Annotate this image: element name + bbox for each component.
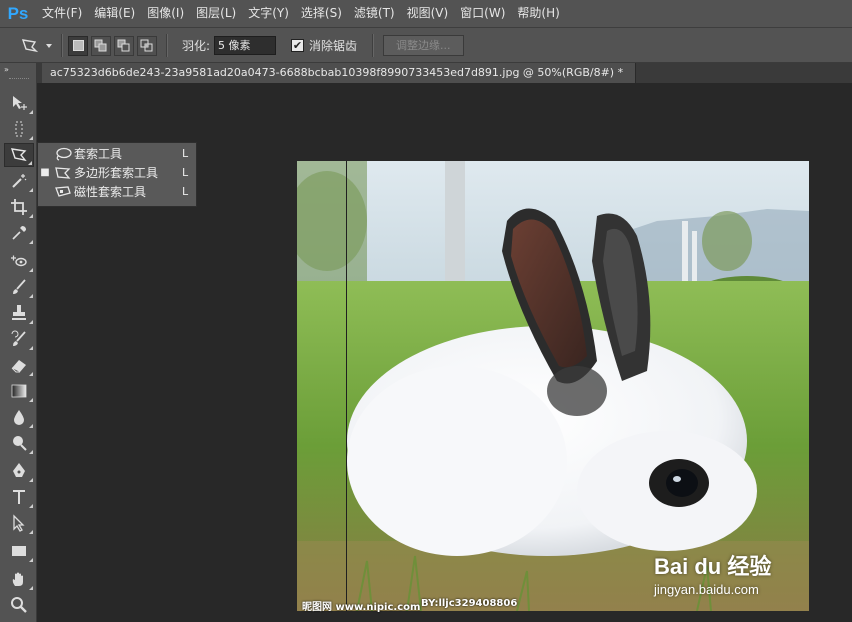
brush-icon <box>13 279 26 294</box>
eraser-icon <box>11 360 26 373</box>
menu-help[interactable]: 帮助(H) <box>511 0 565 27</box>
flyout-item-label: 套索工具 <box>74 147 123 161</box>
path-selection-tool[interactable] <box>4 511 34 535</box>
polygonal-lasso-icon <box>55 166 71 179</box>
lasso-icon <box>56 147 72 161</box>
brush-tool[interactable] <box>4 275 34 299</box>
flyout-item-polygonal-lasso[interactable]: ■ 多边形套索工具 L <box>38 163 196 182</box>
feather-input[interactable]: 5 像素 <box>214 36 277 55</box>
intersect-selection-icon <box>140 39 153 51</box>
magic-wand-tool[interactable] <box>4 169 34 193</box>
gradient-tool[interactable] <box>4 379 34 403</box>
document-tab-strip: ac75323d6b6de243-23a9581ad20a0473-6688bc… <box>37 63 852 83</box>
shortcut-key: L <box>182 147 189 160</box>
panel-collapse-icon[interactable]: » <box>4 65 9 74</box>
history-brush-tool[interactable] <box>4 327 34 351</box>
subtract-selection-button[interactable] <box>114 35 134 56</box>
lasso-tool[interactable] <box>4 143 34 167</box>
gradient-icon <box>11 384 27 398</box>
baidu-jingyan-url: jingyan.baidu.com <box>654 582 759 597</box>
blur-drop-icon <box>14 410 24 425</box>
shape-tool[interactable] <box>4 539 34 563</box>
selected-dot: ■ <box>40 167 50 178</box>
rectangular-marquee-icon <box>15 121 23 137</box>
shortcut-key: L <box>182 166 189 179</box>
checkmark-icon: ✔ <box>292 39 303 52</box>
rectangle-shape-icon <box>12 546 26 556</box>
healing-brush-tool[interactable] <box>4 249 34 273</box>
clone-stamp-tool[interactable] <box>4 301 34 325</box>
flyout-item-lasso[interactable]: 套索工具 L <box>38 144 196 163</box>
dodge-tool[interactable] <box>4 431 34 455</box>
magic-wand-icon <box>12 174 27 188</box>
refine-edge-button[interactable]: 调整边缘... <box>383 35 464 56</box>
author-watermark: BY:lljc329408806 <box>421 598 518 609</box>
menu-type[interactable]: 文字(Y) <box>242 0 295 27</box>
antialias-checkbox[interactable]: ✔ <box>291 39 304 52</box>
baidu-jingyan-logo: Bai du 经验 <box>654 554 772 579</box>
history-brush-icon <box>11 330 26 346</box>
menu-select[interactable]: 选择(S) <box>295 0 348 27</box>
flyout-item-magnetic-lasso[interactable]: 磁性套索工具 L <box>38 182 196 201</box>
panel-grip[interactable] <box>9 78 29 81</box>
move-icon <box>13 96 27 110</box>
rabbit-photo <box>297 161 809 611</box>
tools-panel: » <box>0 63 37 622</box>
hand-tool[interactable] <box>4 567 34 591</box>
menu-image[interactable]: 图像(I) <box>141 0 190 27</box>
menu-edit[interactable]: 编辑(E) <box>88 0 141 27</box>
add-to-selection-icon <box>94 39 107 51</box>
magnetic-lasso-icon <box>55 185 71 197</box>
nipic-watermark: 昵图网 www.nipic.com <box>302 602 421 613</box>
polygonal-lasso-icon <box>21 38 39 52</box>
options-bar: 羽化: 5 像素 ✔ 消除锯齿 调整边缘... <box>0 27 852 63</box>
spot-healing-icon <box>11 255 27 267</box>
new-selection-button[interactable] <box>68 35 88 56</box>
guide-line <box>346 161 347 611</box>
eyedropper-icon <box>12 226 26 240</box>
menu-view[interactable]: 视图(V) <box>401 0 455 27</box>
hand-icon <box>12 572 23 586</box>
feather-label: 羽化: <box>182 39 211 53</box>
eyedropper-tool[interactable] <box>4 221 34 245</box>
zoom-tool[interactable] <box>4 593 34 617</box>
menu-bar: Ps 文件(F) 编辑(E) 图像(I) 图层(L) 文字(Y) 选择(S) 滤… <box>0 0 852 27</box>
move-tool[interactable] <box>4 91 34 115</box>
menu-filter[interactable]: 滤镜(T) <box>348 0 401 27</box>
new-selection-icon <box>72 40 84 51</box>
menu-window[interactable]: 窗口(W) <box>454 0 511 27</box>
intersect-selection-button[interactable] <box>137 35 157 56</box>
flyout-item-label: 磁性套索工具 <box>74 185 147 199</box>
type-icon <box>13 490 25 504</box>
dodge-icon <box>13 436 27 451</box>
pen-tool[interactable] <box>4 459 34 483</box>
polygonal-lasso-icon <box>10 148 27 162</box>
photoshop-logo: Ps <box>7 3 29 23</box>
document-tab[interactable]: ac75323d6b6de243-23a9581ad20a0473-6688bc… <box>42 63 637 83</box>
path-selection-icon <box>13 514 25 532</box>
lasso-tools-flyout: 套索工具 L ■ 多边形套索工具 L 磁性套索工具 L <box>37 142 197 207</box>
eraser-tool[interactable] <box>4 353 34 377</box>
menu-file[interactable]: 文件(F) <box>36 0 88 27</box>
pen-icon <box>13 463 25 477</box>
zoom-icon <box>11 597 27 613</box>
crop-tool[interactable] <box>4 195 34 219</box>
flyout-item-label: 多边形套索工具 <box>74 166 159 180</box>
subtract-from-selection-icon <box>117 39 130 51</box>
crop-icon <box>11 199 27 215</box>
type-tool[interactable] <box>4 485 34 509</box>
menu-layer[interactable]: 图层(L) <box>190 0 242 27</box>
tool-preset-picker[interactable] <box>20 28 52 63</box>
stamp-icon <box>12 305 26 320</box>
antialias-label: 消除锯齿 <box>309 39 358 53</box>
add-selection-button[interactable] <box>91 35 111 56</box>
marquee-tool[interactable] <box>4 117 34 141</box>
chevron-down-icon <box>46 43 52 48</box>
blur-tool[interactable] <box>4 405 34 429</box>
document-image[interactable] <box>297 161 809 611</box>
shortcut-key: L <box>182 185 189 198</box>
